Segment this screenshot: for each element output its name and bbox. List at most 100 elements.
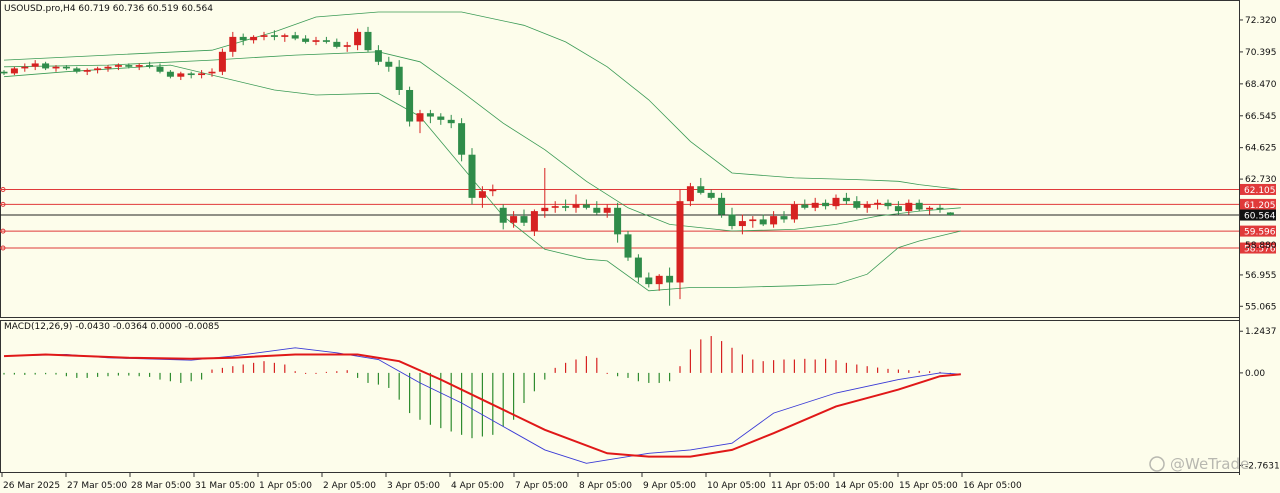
macd-tick-label: 0.00 bbox=[1245, 369, 1265, 379]
candle-body bbox=[281, 35, 289, 37]
candle-body bbox=[842, 197, 850, 202]
trading-chart[interactable]: 72.320 70.395 68.470 66.545 64.625 62.730 56.9… bbox=[0, 0, 1280, 493]
time-tick-label: 7 Apr 05:00 bbox=[515, 481, 568, 491]
candle-body bbox=[801, 204, 809, 208]
candle-body bbox=[42, 63, 50, 69]
time-tick-label: 28 Mar 05:00 bbox=[131, 481, 191, 491]
candle-body bbox=[374, 50, 382, 62]
price-label-plain: 58.880 bbox=[1245, 241, 1277, 251]
candle-body bbox=[936, 207, 944, 210]
candle-body bbox=[114, 65, 122, 67]
candle-body bbox=[718, 197, 726, 215]
candle-body bbox=[530, 211, 538, 232]
candle-body bbox=[416, 113, 424, 122]
candle-body bbox=[624, 234, 632, 258]
candle-body bbox=[458, 123, 466, 155]
watermark-text: @WeTrade bbox=[1170, 455, 1249, 473]
candle-body bbox=[738, 221, 746, 227]
candle-body bbox=[395, 66, 403, 90]
candle-body bbox=[666, 275, 674, 283]
symbol-info-label: USOUSD.pro,H4 60.719 60.736 60.519 60.56… bbox=[4, 4, 213, 14]
time-tick-label: 4 Apr 05:00 bbox=[451, 481, 504, 491]
price-tick-label: 66.545 bbox=[1245, 112, 1277, 122]
candle-body bbox=[582, 204, 590, 208]
price-marker-label: 60.564 bbox=[1244, 212, 1276, 222]
macd-tick-label: 1.2437 bbox=[1245, 327, 1277, 337]
price-tick-label: 68.470 bbox=[1245, 80, 1277, 90]
time-tick-label: 16 Apr 05:00 bbox=[963, 481, 1022, 491]
candle-body bbox=[364, 31, 372, 51]
candle-body bbox=[198, 73, 206, 76]
candle-body bbox=[572, 204, 580, 208]
time-tick-label: 11 Apr 05:00 bbox=[771, 481, 830, 491]
candle-body bbox=[707, 192, 715, 198]
candle-body bbox=[343, 45, 351, 47]
candle-body bbox=[478, 191, 486, 198]
candle-body bbox=[822, 202, 830, 207]
time-tick-label: 27 Mar 05:00 bbox=[67, 481, 127, 491]
candle-body bbox=[447, 119, 455, 124]
candle-body bbox=[208, 71, 216, 74]
time-tick-label: 15 Apr 05:00 bbox=[899, 481, 958, 491]
candle-body bbox=[915, 202, 923, 210]
candle-body bbox=[894, 206, 902, 212]
price-tick-label: 56.955 bbox=[1245, 271, 1277, 281]
candle-body bbox=[489, 189, 497, 192]
macd-info-label: MACD(12,26,9) -0.0430 -0.0364 0.0000 -0.… bbox=[4, 322, 220, 332]
candle-body bbox=[104, 66, 112, 69]
time-tick-label: 8 Apr 05:00 bbox=[579, 481, 632, 491]
candle-body bbox=[562, 206, 570, 208]
price-tick-label: 70.395 bbox=[1245, 48, 1277, 58]
candle-body bbox=[520, 216, 528, 223]
candle-body bbox=[322, 40, 330, 42]
price-tick-label: 55.065 bbox=[1245, 302, 1277, 312]
candle-body bbox=[302, 38, 310, 42]
candle-body bbox=[73, 68, 81, 72]
candle-body bbox=[686, 186, 694, 202]
time-tick-label: 31 Mar 05:00 bbox=[195, 481, 255, 491]
candle-body bbox=[676, 201, 684, 283]
candle-body bbox=[177, 73, 185, 77]
candle-body bbox=[551, 206, 559, 208]
candle-body bbox=[83, 70, 91, 72]
candle-body bbox=[270, 35, 278, 37]
candle[interactable] bbox=[406, 86, 414, 127]
time-tick-label: 26 Mar 2025 bbox=[3, 481, 60, 491]
candle-body bbox=[260, 35, 268, 37]
candle-body bbox=[187, 73, 195, 76]
candle-body bbox=[603, 207, 611, 213]
candle-body bbox=[926, 207, 934, 210]
candle-body bbox=[426, 113, 434, 117]
candle-body bbox=[166, 71, 174, 77]
time-tick-label: 2 Apr 05:00 bbox=[323, 481, 376, 491]
candle-body bbox=[239, 36, 247, 41]
candle-body bbox=[94, 68, 102, 71]
price-tick-label: 64.625 bbox=[1245, 144, 1277, 154]
candle-body bbox=[790, 204, 798, 220]
candle-body bbox=[770, 216, 778, 225]
candle-body bbox=[406, 89, 414, 122]
candle-body bbox=[853, 201, 861, 208]
time-tick-label: 3 Apr 05:00 bbox=[387, 481, 440, 491]
price-marker-label: 61.205 bbox=[1244, 201, 1276, 211]
candle-body bbox=[510, 216, 518, 223]
candle-body bbox=[291, 35, 299, 39]
candle-body bbox=[749, 219, 757, 222]
candle[interactable] bbox=[624, 231, 632, 261]
candle[interactable] bbox=[218, 48, 226, 76]
candle-body bbox=[21, 66, 29, 69]
candle-body bbox=[634, 257, 642, 278]
macd-tick-label: -2.7631 bbox=[1245, 461, 1280, 471]
candle-body bbox=[811, 202, 819, 208]
time-tick-label: 10 Apr 05:00 bbox=[707, 481, 766, 491]
candle-body bbox=[499, 207, 507, 223]
candle-body bbox=[52, 66, 60, 69]
candle-body bbox=[541, 207, 549, 212]
candle-body bbox=[593, 207, 601, 213]
candle-body bbox=[728, 214, 736, 227]
candle-body bbox=[218, 51, 226, 72]
candle-body bbox=[655, 275, 663, 285]
candle-body bbox=[229, 36, 237, 52]
candle-body bbox=[874, 202, 882, 205]
candle[interactable] bbox=[468, 148, 476, 205]
